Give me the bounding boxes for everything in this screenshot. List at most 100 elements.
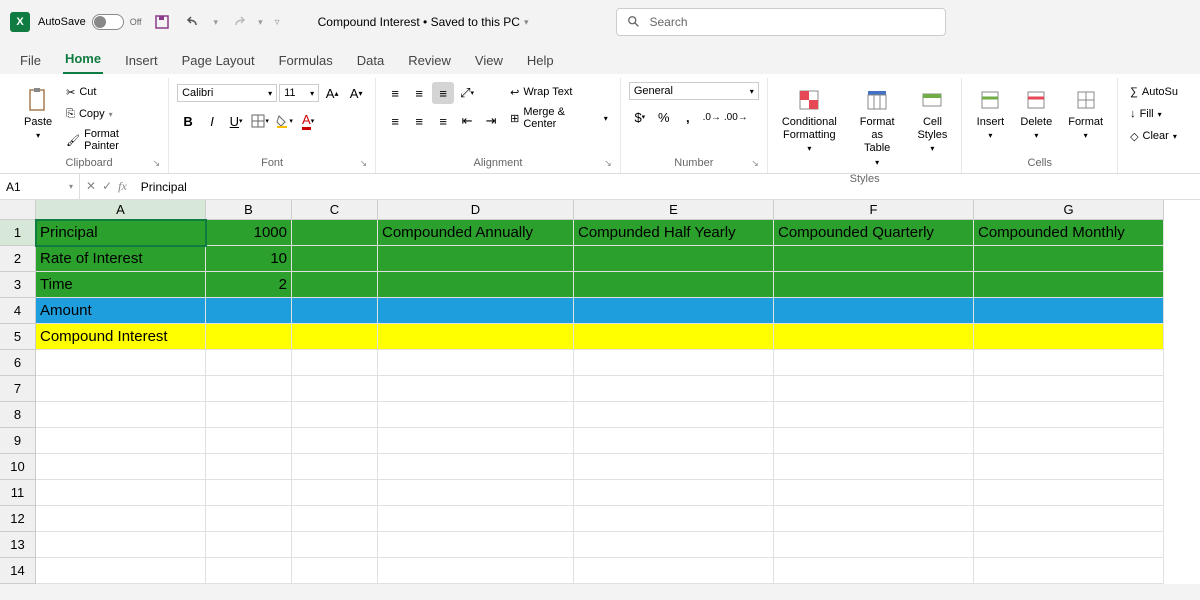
cell-D2[interactable] [378, 246, 574, 272]
tab-page-layout[interactable]: Page Layout [180, 49, 257, 74]
cell-G7[interactable] [974, 376, 1164, 402]
save-button[interactable] [150, 10, 174, 34]
cell-E13[interactable] [574, 532, 774, 558]
increase-decimal-button[interactable]: .0→ [701, 106, 723, 128]
align-top-button[interactable]: ≡ [384, 82, 406, 104]
cell-D14[interactable] [378, 558, 574, 584]
cell-D6[interactable] [378, 350, 574, 376]
font-launcher[interactable]: ↘ [360, 158, 368, 169]
cell-E6[interactable] [574, 350, 774, 376]
row-header[interactable]: 13 [0, 532, 36, 558]
cell-C14[interactable] [292, 558, 378, 584]
fill-button[interactable]: ↓Fill▾ [1126, 104, 1182, 124]
cell-E5[interactable] [574, 324, 774, 350]
number-format-dropdown[interactable]: General▾ [629, 82, 759, 100]
cell-C11[interactable] [292, 480, 378, 506]
cell-G14[interactable] [974, 558, 1164, 584]
cell-F14[interactable] [774, 558, 974, 584]
col-header-B[interactable]: B [206, 200, 292, 220]
row-header[interactable]: 7 [0, 376, 36, 402]
tab-data[interactable]: Data [355, 49, 386, 74]
cell-A13[interactable] [36, 532, 206, 558]
bold-button[interactable]: B [177, 110, 199, 132]
cell-C4[interactable] [292, 298, 378, 324]
format-table-button[interactable]: Format as Table▾ [847, 82, 908, 171]
cell-A11[interactable] [36, 480, 206, 506]
cell-G6[interactable] [974, 350, 1164, 376]
cell-E8[interactable] [574, 402, 774, 428]
cell-D12[interactable] [378, 506, 574, 532]
autosave-toggle[interactable]: AutoSave Off [38, 14, 142, 30]
font-name-dropdown[interactable]: Calibri▾ [177, 84, 277, 102]
cell-D9[interactable] [378, 428, 574, 454]
cell-C1[interactable] [292, 220, 378, 246]
cell-B4[interactable] [206, 298, 292, 324]
delete-cells-button[interactable]: Delete▾ [1014, 82, 1058, 145]
col-header-C[interactable]: C [292, 200, 378, 220]
cell-G2[interactable] [974, 246, 1164, 272]
row-header[interactable]: 10 [0, 454, 36, 480]
cell-D10[interactable] [378, 454, 574, 480]
cell-F5[interactable] [774, 324, 974, 350]
clear-button[interactable]: ◇Clear▾ [1126, 126, 1182, 146]
cell-D11[interactable] [378, 480, 574, 506]
redo-button[interactable] [226, 10, 250, 34]
fx-icon[interactable]: fx [118, 179, 127, 194]
cell-B8[interactable] [206, 402, 292, 428]
cell-A9[interactable] [36, 428, 206, 454]
cell-C8[interactable] [292, 402, 378, 428]
increase-font-button[interactable]: A▴ [321, 82, 343, 104]
tab-file[interactable]: File [18, 49, 43, 74]
cell-G10[interactable] [974, 454, 1164, 480]
cell-F13[interactable] [774, 532, 974, 558]
cell-A8[interactable] [36, 402, 206, 428]
cell-E4[interactable] [574, 298, 774, 324]
decrease-decimal-button[interactable]: .00→ [725, 106, 747, 128]
cell-B6[interactable] [206, 350, 292, 376]
italic-button[interactable]: I [201, 110, 223, 132]
cell-G13[interactable] [974, 532, 1164, 558]
cell-A7[interactable] [36, 376, 206, 402]
tab-home[interactable]: Home [63, 47, 103, 74]
decrease-font-button[interactable]: A▾ [345, 82, 367, 104]
cell-G8[interactable] [974, 402, 1164, 428]
cell-A3[interactable]: Time [36, 272, 206, 298]
cell-E7[interactable] [574, 376, 774, 402]
font-color-button[interactable]: A▾ [297, 110, 319, 132]
cell-G9[interactable] [974, 428, 1164, 454]
cell-C6[interactable] [292, 350, 378, 376]
cell-A1[interactable]: Principal [36, 220, 206, 246]
cell-B9[interactable] [206, 428, 292, 454]
cell-D1[interactable]: Compounded Annually [378, 220, 574, 246]
toggle-switch[interactable] [92, 14, 124, 30]
col-header-D[interactable]: D [378, 200, 574, 220]
copy-button[interactable]: ⎘Copy▾ [62, 104, 160, 124]
align-center-button[interactable]: ≡ [408, 110, 430, 132]
cell-B3[interactable]: 2 [206, 272, 292, 298]
cell-F2[interactable] [774, 246, 974, 272]
align-bottom-button[interactable]: ≡ [432, 82, 454, 104]
row-header[interactable]: 3 [0, 272, 36, 298]
row-header[interactable]: 4 [0, 298, 36, 324]
cell-F6[interactable] [774, 350, 974, 376]
cell-B7[interactable] [206, 376, 292, 402]
search-input[interactable]: Search [616, 8, 946, 36]
cell-E14[interactable] [574, 558, 774, 584]
cell-E12[interactable] [574, 506, 774, 532]
cell-F11[interactable] [774, 480, 974, 506]
format-painter-button[interactable]: 🖌Format Painter [62, 126, 160, 154]
cell-G1[interactable]: Compounded Monthly [974, 220, 1164, 246]
cell-B5[interactable] [206, 324, 292, 350]
cell-G3[interactable] [974, 272, 1164, 298]
row-header[interactable]: 8 [0, 402, 36, 428]
doc-title[interactable]: Compound Interest • Saved to this PC▾ [318, 15, 529, 29]
increase-indent-button[interactable]: ⇥ [480, 110, 502, 132]
borders-button[interactable]: ▾ [249, 110, 271, 132]
autosum-button[interactable]: ∑AutoSu [1126, 82, 1182, 102]
tab-insert[interactable]: Insert [123, 49, 160, 74]
col-header-F[interactable]: F [774, 200, 974, 220]
cell-A12[interactable] [36, 506, 206, 532]
cell-B10[interactable] [206, 454, 292, 480]
cell-E3[interactable] [574, 272, 774, 298]
cell-B2[interactable]: 10 [206, 246, 292, 272]
